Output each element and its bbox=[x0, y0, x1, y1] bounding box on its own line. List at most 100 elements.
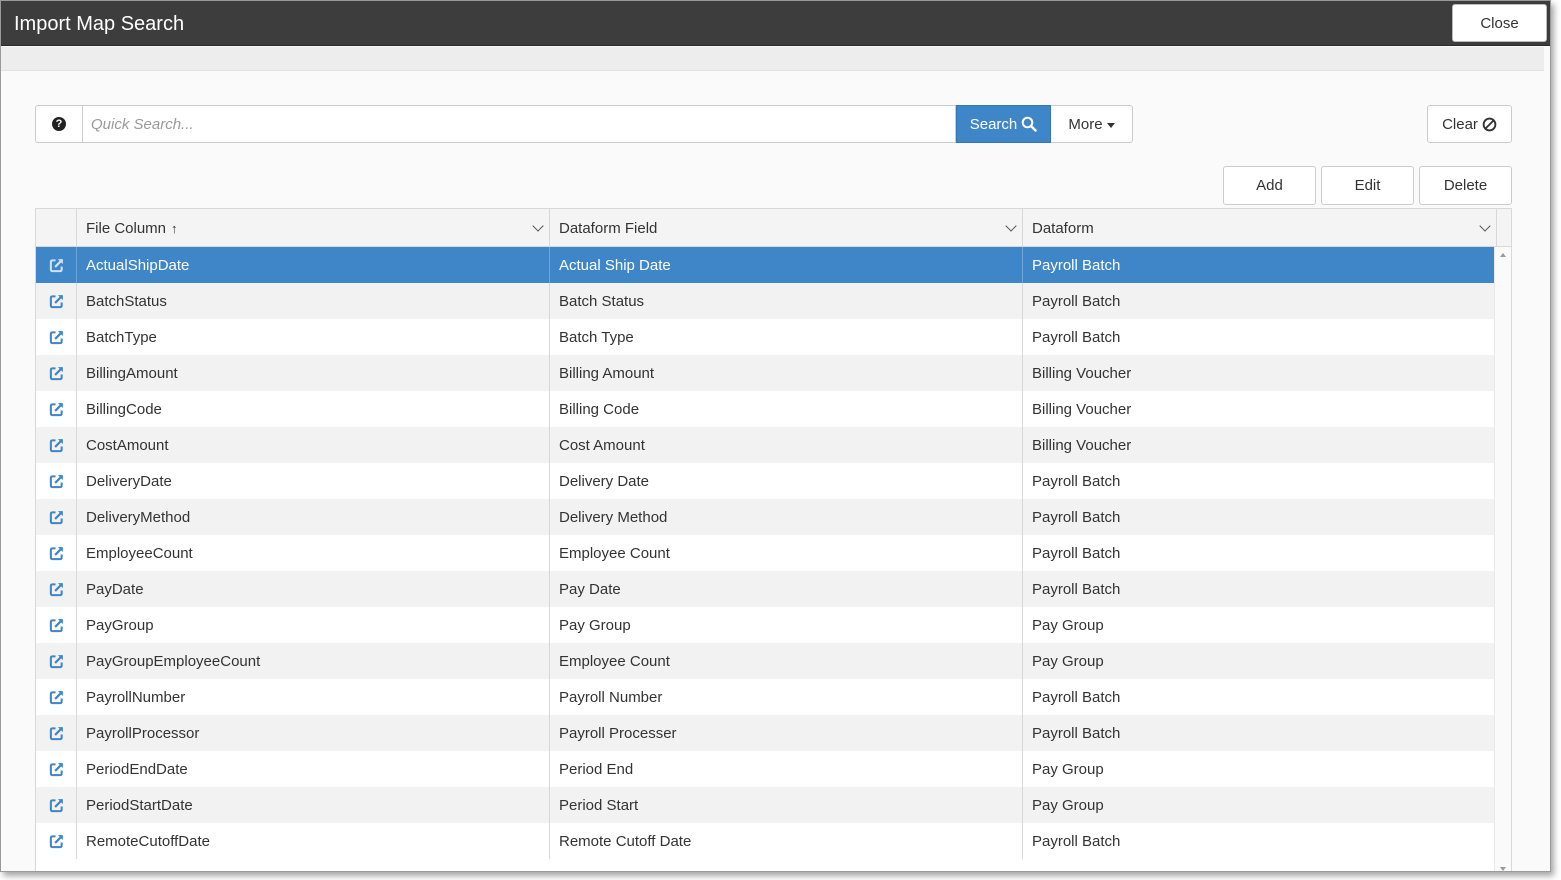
external-link-icon[interactable] bbox=[49, 258, 64, 273]
cell-dataform-field: Period Start bbox=[550, 787, 1023, 823]
row-open-cell[interactable] bbox=[36, 823, 77, 859]
row-open-cell[interactable] bbox=[36, 283, 77, 319]
magnifier-icon bbox=[1021, 116, 1037, 132]
table-row[interactable]: ActualShipDate Actual Ship Date Payroll Ba… bbox=[36, 247, 1494, 283]
grid-header: File Column ↑ Dataform Field Dataform bbox=[36, 209, 1511, 247]
scroll-up-icon[interactable] bbox=[1500, 253, 1506, 257]
external-link-icon[interactable] bbox=[49, 366, 64, 381]
table-row[interactable]: PayrollProcessor Payroll Processer Payroll… bbox=[36, 715, 1494, 751]
row-open-cell[interactable] bbox=[36, 679, 77, 715]
quick-search-input[interactable] bbox=[82, 105, 956, 143]
cell-file-column: PayGroupEmployeeCount bbox=[77, 643, 550, 679]
table-row[interactable]: PeriodEndDate Period End Pay Group bbox=[36, 751, 1494, 787]
cell-file-column: BatchType bbox=[77, 319, 550, 355]
table-row[interactable]: PayDate Pay Date Payroll Batch bbox=[36, 571, 1494, 607]
table-row[interactable]: RemoteCutoffDate Remote Cutoff Date Payrol… bbox=[36, 823, 1494, 859]
external-link-icon[interactable] bbox=[49, 654, 64, 669]
row-open-cell[interactable] bbox=[36, 571, 77, 607]
delete-button[interactable]: Delete bbox=[1419, 166, 1512, 205]
add-button[interactable]: Add bbox=[1223, 166, 1316, 205]
row-open-cell[interactable] bbox=[36, 499, 77, 535]
cell-file-column: PayGroup bbox=[77, 607, 550, 643]
table-row[interactable]: PeriodStartDate Period Start Pay Group bbox=[36, 787, 1494, 823]
table-row[interactable]: PayrollNumber Payroll Number Payroll Batch bbox=[36, 679, 1494, 715]
cell-file-column: PeriodEndDate bbox=[77, 751, 550, 787]
external-link-icon[interactable] bbox=[49, 474, 64, 489]
caret-down-icon bbox=[1106, 122, 1115, 128]
external-link-icon[interactable] bbox=[49, 690, 64, 705]
clear-button-label: Clear bbox=[1442, 115, 1478, 133]
row-open-cell[interactable] bbox=[36, 715, 77, 751]
search-button[interactable]: Search bbox=[956, 105, 1051, 143]
row-open-cell[interactable] bbox=[36, 643, 77, 679]
external-link-icon[interactable] bbox=[49, 546, 64, 561]
cell-dataform: Payroll Batch bbox=[1032, 508, 1121, 526]
cell-dataform: Pay Group bbox=[1032, 760, 1104, 778]
cell-dataform-field: Batch Type bbox=[550, 319, 1023, 355]
table-row[interactable]: PayGroup Pay Group Pay Group bbox=[36, 607, 1494, 643]
external-link-icon[interactable] bbox=[49, 330, 64, 345]
row-open-cell[interactable] bbox=[36, 391, 77, 427]
import-map-search-dialog: Import Map Search Close ? Search More Cl… bbox=[0, 0, 1551, 872]
more-button-label: More bbox=[1068, 115, 1103, 133]
cell-dataform: Billing Voucher bbox=[1032, 436, 1132, 454]
external-link-icon[interactable] bbox=[49, 294, 64, 309]
cell-dataform-field: Billing Code bbox=[550, 391, 1023, 427]
table-row[interactable]: DeliveryDate Delivery Date Payroll Batch bbox=[36, 463, 1494, 499]
row-open-cell[interactable] bbox=[36, 607, 77, 643]
chevron-down-icon[interactable] bbox=[1479, 220, 1491, 232]
external-link-icon[interactable] bbox=[49, 762, 64, 777]
help-button[interactable]: ? bbox=[35, 105, 82, 143]
search-button-label: Search bbox=[969, 115, 1018, 133]
chevron-down-icon[interactable] bbox=[1005, 220, 1017, 232]
table-row[interactable]: DeliveryMethod Delivery Method Payroll Bat… bbox=[36, 499, 1494, 535]
header-dataform-field[interactable]: Dataform Field bbox=[550, 209, 1023, 247]
external-link-icon[interactable] bbox=[49, 618, 64, 633]
table-row[interactable]: CostAmount Cost Amount Billing Voucher bbox=[36, 427, 1494, 463]
table-row[interactable]: BatchType Batch Type Payroll Batch bbox=[36, 319, 1494, 355]
table-row[interactable]: BatchStatus Batch Status Payroll Batch bbox=[36, 283, 1494, 319]
cell-file-column: PayrollNumber bbox=[77, 679, 550, 715]
import-map-grid: File Column ↑ Dataform Field Dataform Ac… bbox=[35, 208, 1512, 871]
table-row[interactable]: BillingCode Billing Code Billing Voucher bbox=[36, 391, 1494, 427]
external-link-icon[interactable] bbox=[49, 438, 64, 453]
table-row[interactable]: PayGroupEmployeeCount Employee Count Pay G… bbox=[36, 643, 1494, 679]
clear-button[interactable]: Clear bbox=[1427, 105, 1512, 143]
scroll-down-icon[interactable] bbox=[1500, 867, 1506, 871]
question-circle-icon: ? bbox=[52, 117, 66, 131]
row-open-cell[interactable] bbox=[36, 319, 77, 355]
dialog-content: ? Search More Clear Add Edit bbox=[1, 72, 1550, 871]
table-row[interactable]: EmployeeCount Employee Count Payroll Batch bbox=[36, 535, 1494, 571]
header-dataform-label: Dataform bbox=[1032, 219, 1094, 237]
ban-icon bbox=[1482, 117, 1497, 131]
more-dropdown-button[interactable]: More bbox=[1051, 105, 1133, 143]
row-open-cell[interactable] bbox=[36, 427, 77, 463]
external-link-icon[interactable] bbox=[49, 402, 64, 417]
row-open-cell[interactable] bbox=[36, 355, 77, 391]
cell-dataform-field: Payroll Processer bbox=[550, 715, 1023, 751]
header-file-column[interactable]: File Column ↑ bbox=[77, 209, 550, 247]
chevron-down-icon[interactable] bbox=[532, 220, 544, 232]
table-row[interactable]: BillingAmount Billing Amount Billing Vouch… bbox=[36, 355, 1494, 391]
row-open-cell[interactable] bbox=[36, 787, 77, 823]
header-dataform-field-label: Dataform Field bbox=[559, 219, 658, 237]
cell-dataform-field: Billing Amount bbox=[550, 355, 1023, 391]
cell-file-column: BillingAmount bbox=[77, 355, 550, 391]
external-link-icon[interactable] bbox=[49, 726, 64, 741]
title-bar: Import Map Search Close bbox=[1, 1, 1550, 46]
cell-file-column: CostAmount bbox=[77, 427, 550, 463]
external-link-icon[interactable] bbox=[49, 582, 64, 597]
row-open-cell[interactable] bbox=[36, 535, 77, 571]
cell-dataform-field: Period End bbox=[550, 751, 1023, 787]
row-open-cell[interactable] bbox=[36, 463, 77, 499]
external-link-icon[interactable] bbox=[49, 834, 64, 849]
external-link-icon[interactable] bbox=[49, 798, 64, 813]
edit-button[interactable]: Edit bbox=[1321, 166, 1414, 205]
row-open-cell[interactable] bbox=[36, 247, 77, 283]
vertical-scrollbar[interactable] bbox=[1494, 247, 1511, 871]
row-open-cell[interactable] bbox=[36, 751, 77, 787]
cell-dataform-field: Remote Cutoff Date bbox=[550, 823, 1023, 859]
external-link-icon[interactable] bbox=[49, 510, 64, 525]
header-dataform[interactable]: Dataform bbox=[1023, 209, 1497, 247]
close-button[interactable]: Close bbox=[1452, 4, 1547, 42]
